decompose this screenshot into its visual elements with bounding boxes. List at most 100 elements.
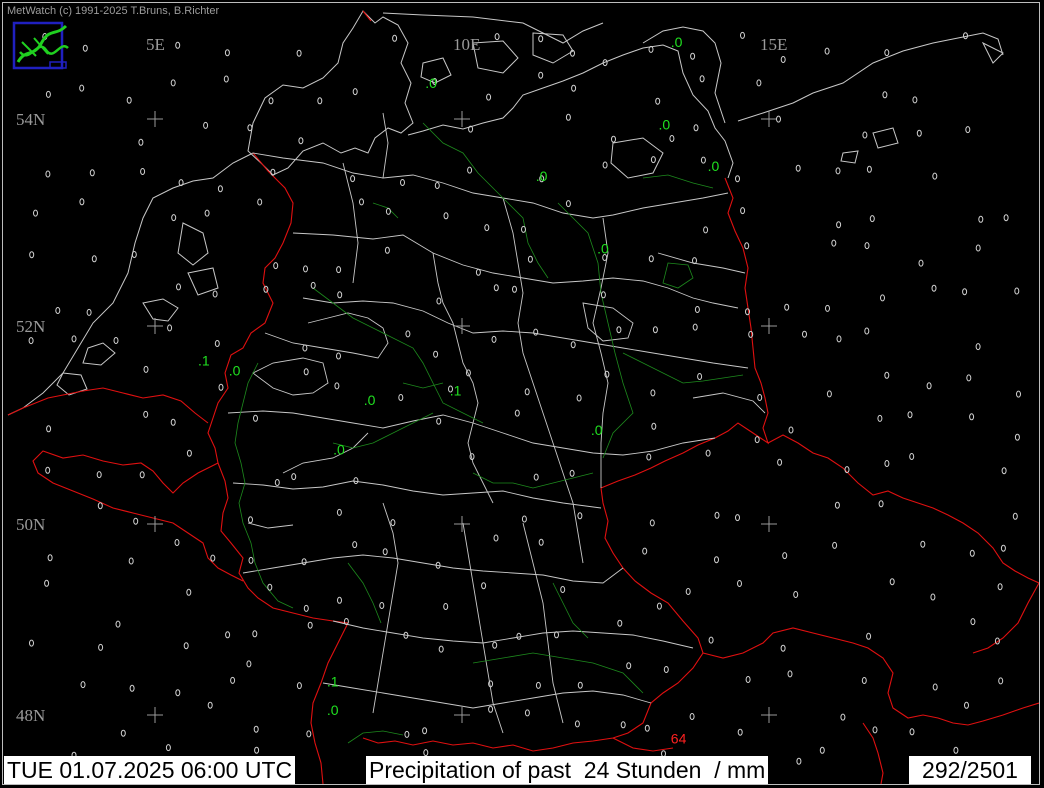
station-marker <box>780 644 786 652</box>
station-marker <box>210 554 216 562</box>
station-marker <box>693 124 699 132</box>
station-marker <box>296 49 302 57</box>
weather-map[interactable]: 5E 10E 15E 54N 52N 50N 48N .0 .0 .0 .0 .0 .0 .1 .0 .0.… <box>3 3 1039 784</box>
grid-cross <box>761 318 777 334</box>
latitude-label: 48N <box>16 706 45 725</box>
station-marker <box>29 251 35 259</box>
station-marker <box>524 709 530 717</box>
station-marker <box>577 512 583 520</box>
station-marker <box>757 394 763 401</box>
station-marker <box>45 466 51 474</box>
station-marker <box>1012 512 1018 520</box>
station-marker <box>438 645 444 653</box>
precip-value[interactable]: .0 <box>708 158 720 174</box>
station-marker <box>926 382 932 390</box>
station-marker <box>98 643 104 651</box>
station-marker <box>423 749 429 757</box>
station-marker <box>491 335 497 343</box>
observation-datetime: TUE 01.07.2025 06:00 UTC <box>4 756 296 784</box>
station-marker <box>796 757 802 765</box>
precip-value[interactable]: .0 <box>597 241 609 257</box>
station-marker <box>303 265 308 273</box>
station-marker <box>616 326 622 334</box>
station-marker <box>1014 287 1020 295</box>
precip-value[interactable]: .0 <box>327 702 339 718</box>
station-marker <box>306 730 312 738</box>
station-marker <box>45 90 51 98</box>
station-marker <box>880 294 885 302</box>
station-marker <box>494 33 500 41</box>
station-marker <box>565 113 571 121</box>
station-marker <box>877 414 883 422</box>
station-marker <box>882 91 888 99</box>
station-marker <box>514 409 520 417</box>
station-marker <box>143 410 149 418</box>
station-marker <box>422 727 428 735</box>
station-marker <box>964 701 969 709</box>
station-marker <box>352 541 358 549</box>
longitude-label: 15E <box>760 35 787 54</box>
station-marker <box>492 641 498 649</box>
station-count: 292/2501 <box>909 756 1031 784</box>
station-marker <box>650 389 656 397</box>
station-marker <box>554 631 559 639</box>
station-marker <box>267 583 273 591</box>
station-marker <box>390 519 396 527</box>
station-marker <box>932 683 938 691</box>
station-marker <box>793 591 799 598</box>
station-marker <box>655 97 661 105</box>
station-marker <box>735 175 740 183</box>
precip-value[interactable]: .0 <box>333 442 345 458</box>
precip-value[interactable]: .1 <box>327 673 339 689</box>
station-marker <box>404 730 410 738</box>
station-marker <box>493 534 499 542</box>
station-marker <box>565 200 571 208</box>
precip-value[interactable]: .1 <box>450 382 462 398</box>
station-marker <box>970 618 976 626</box>
station-marker <box>254 746 260 754</box>
grid-cross <box>761 111 777 127</box>
station-marker <box>740 207 746 215</box>
grid-cross <box>454 318 470 334</box>
station-marker <box>336 266 342 274</box>
state-boundaries <box>227 112 766 734</box>
longitude-label: 10E <box>453 35 480 54</box>
station-marker <box>165 744 171 752</box>
station-marker <box>86 308 92 316</box>
precip-value[interactable]: .1 <box>198 353 210 369</box>
station-marker <box>909 728 915 736</box>
station-marker <box>975 244 981 252</box>
station-marker <box>133 517 139 525</box>
station-marker <box>273 262 279 270</box>
station-marker <box>560 586 566 593</box>
station-marker <box>872 726 878 734</box>
station-marker <box>916 129 922 137</box>
station-marker <box>126 96 132 104</box>
station-marker <box>253 414 258 422</box>
station-marker <box>303 368 309 376</box>
station-marker <box>836 335 842 343</box>
precip-value[interactable]: 64 <box>671 731 687 747</box>
station-marker <box>754 436 760 444</box>
station-marker <box>385 207 391 215</box>
station-marker <box>79 198 85 206</box>
coastlines <box>7 10 1004 416</box>
precip-value[interactable]: .0 <box>364 392 376 408</box>
station-marker <box>207 701 213 709</box>
station-marker <box>832 541 838 549</box>
precip-value[interactable]: .0 <box>659 116 671 132</box>
station-marker <box>864 242 870 250</box>
precip-value[interactable]: .0 <box>591 422 603 438</box>
station-marker <box>866 165 872 173</box>
precip-value[interactable]: .0 <box>229 363 241 379</box>
precip-value[interactable]: .0 <box>425 75 437 91</box>
precip-value[interactable]: .0 <box>671 34 683 50</box>
station-marker <box>644 724 650 732</box>
station-marker <box>46 425 52 433</box>
precip-value[interactable]: .0 <box>536 168 548 184</box>
station-marker <box>481 582 487 590</box>
grid-cross <box>454 111 470 127</box>
station-marker <box>1003 214 1009 222</box>
station-marker <box>257 198 263 206</box>
station-marker <box>436 297 442 305</box>
